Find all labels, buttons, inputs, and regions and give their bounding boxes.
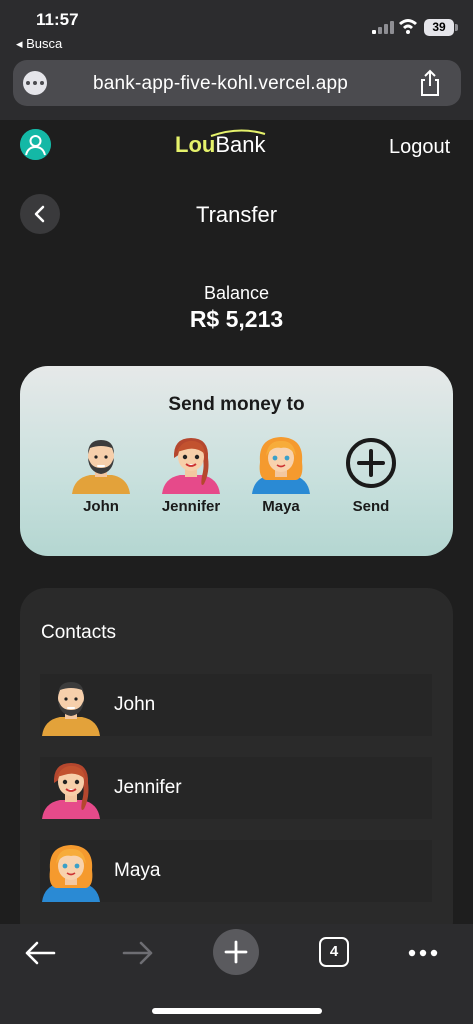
plus-circle-icon	[346, 438, 396, 488]
more-icon[interactable]	[23, 71, 47, 95]
profile-icon[interactable]	[20, 129, 51, 160]
more-icon[interactable]	[408, 949, 438, 957]
send-money-card: Send money to John Jennifer Maya Send	[20, 366, 453, 556]
app-header: LouBank Logout	[0, 120, 473, 176]
recipient-jennifer[interactable]: Jennifer	[151, 432, 231, 515]
tabs-icon[interactable]: 4	[319, 937, 349, 967]
app-logo[interactable]: LouBank	[175, 129, 265, 158]
balance-label: Balance	[203, 283, 270, 303]
address-bar[interactable]: bank-app-five-kohl.vercel.app	[13, 60, 461, 106]
contact-name: John	[114, 694, 156, 715]
send-money-title: Send money to	[168, 394, 305, 415]
forward-icon[interactable]	[122, 940, 154, 966]
contact-row-jennifer[interactable]: Jennifer	[40, 757, 432, 819]
avatar	[41, 762, 101, 819]
back-to-app-link[interactable]: ◂ Busca	[16, 36, 62, 52]
contact-name: Jennifer	[114, 777, 182, 798]
contact-row-john[interactable]: John	[40, 674, 432, 736]
wifi-icon	[399, 19, 417, 34]
recipient-john[interactable]: John	[61, 432, 141, 515]
avatar	[42, 682, 100, 736]
contacts-title: Contacts	[41, 622, 116, 643]
url-text[interactable]: bank-app-five-kohl.vercel.app	[93, 73, 348, 95]
new-tab-icon[interactable]	[213, 929, 259, 975]
status-bar: 11:57 ◂ Busca 39	[0, 0, 473, 56]
logout-button[interactable]: Logout	[389, 136, 450, 159]
cellular-signal-icon	[372, 21, 394, 34]
page-title: Transfer	[195, 202, 278, 227]
status-time: 11:57	[36, 10, 79, 29]
send-button[interactable]: Send	[331, 432, 411, 515]
share-icon[interactable]	[419, 69, 441, 97]
logo-arc	[210, 129, 266, 137]
battery-indicator: 39	[424, 19, 458, 36]
send-label: Send	[352, 498, 390, 515]
contact-row-maya[interactable]: Maya	[40, 840, 432, 902]
avatar	[72, 440, 130, 494]
home-indicator	[152, 1008, 322, 1014]
avatar	[251, 436, 311, 494]
contacts-panel: Contacts John Jennifer Maya	[20, 588, 453, 948]
browser-address-area: bank-app-five-kohl.vercel.app	[0, 56, 473, 120]
contact-name: Maya	[114, 860, 161, 881]
recipient-maya[interactable]: Maya	[241, 432, 321, 515]
recipient-label: Maya	[262, 498, 300, 515]
back-icon[interactable]	[24, 940, 56, 966]
recipient-label: John	[83, 498, 119, 515]
avatar	[41, 844, 101, 902]
avatar	[161, 437, 221, 494]
browser-toolbar: 4	[0, 924, 473, 1024]
balance-value: R$ 5,213	[189, 306, 284, 332]
recipient-label: Jennifer	[161, 498, 221, 515]
